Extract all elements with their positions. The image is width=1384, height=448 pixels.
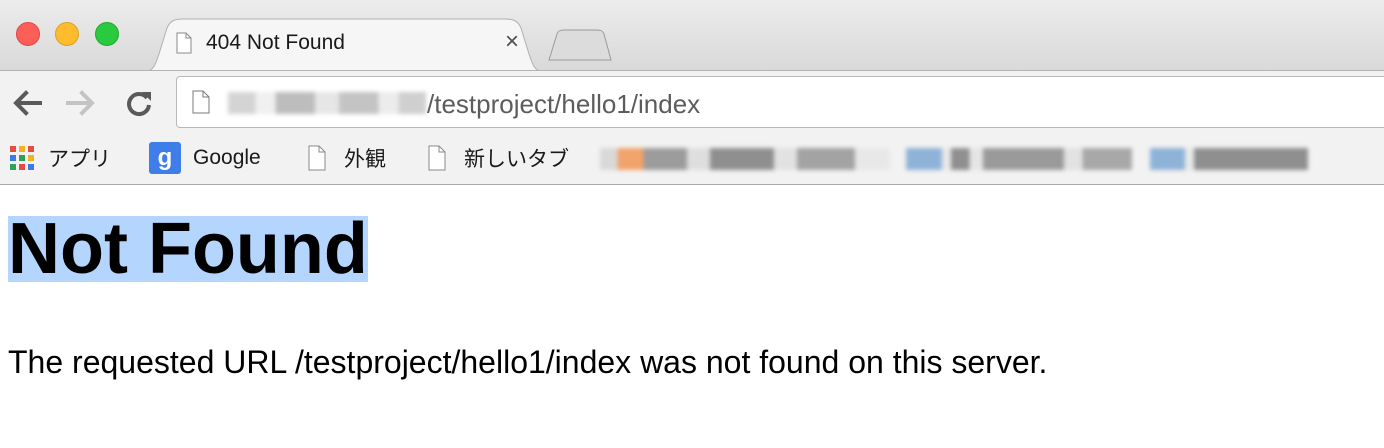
bookmark-new-tab[interactable]: 新しいタブ: [428, 140, 569, 176]
bookmark-label: アプリ: [48, 148, 111, 171]
google-icon: g: [149, 142, 181, 174]
bookmark-label: 外観: [344, 148, 386, 171]
apps-grid-icon: [10, 146, 34, 170]
bookmark-label: 新しいタブ: [464, 148, 569, 171]
window-close-button[interactable]: [16, 22, 40, 46]
address-path[interactable]: /testproject/hello1/index: [427, 89, 700, 120]
arrow-left-icon[interactable]: [10, 88, 44, 118]
bookmark-gaikan[interactable]: 外観: [308, 140, 386, 176]
page-icon: [428, 145, 446, 171]
redacted-host: [228, 92, 426, 114]
page-icon: [176, 32, 192, 54]
reload-icon[interactable]: [122, 88, 156, 118]
redacted-bookmark[interactable]: [1150, 148, 1308, 170]
redacted-bookmark[interactable]: [600, 148, 890, 170]
arrow-right-icon[interactable]: [64, 88, 98, 118]
page-icon: [192, 90, 210, 114]
tab-title: 404 Not Found: [206, 31, 345, 54]
new-tab-button[interactable]: [545, 28, 613, 62]
error-message: The requested URL /testproject/hello1/in…: [8, 344, 1048, 380]
bookmark-apps[interactable]: アプリ: [10, 140, 111, 176]
redacted-bookmark[interactable]: [906, 148, 1132, 170]
tab-close-icon[interactable]: ×: [500, 30, 524, 54]
page-icon: [308, 145, 326, 171]
window-minimize-button[interactable]: [55, 22, 79, 46]
bookmark-google[interactable]: g Google: [149, 140, 261, 176]
window-maximize-button[interactable]: [95, 22, 119, 46]
bookmark-label: Google: [193, 146, 261, 169]
page-title: Not Found: [8, 209, 368, 289]
